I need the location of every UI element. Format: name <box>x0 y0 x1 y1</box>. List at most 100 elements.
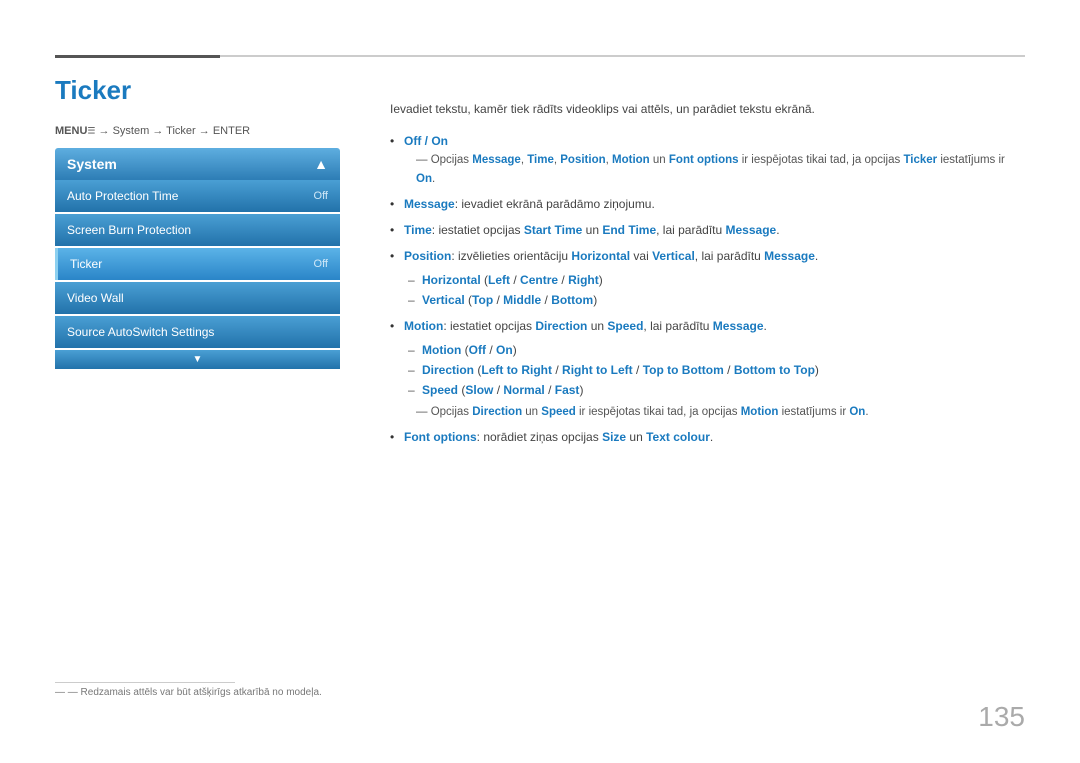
speed-fast: Fast <box>555 383 580 397</box>
position-text: : izvēlieties orientāciju <box>451 249 571 263</box>
position-message-ref: Message <box>764 249 815 263</box>
position-text3: , lai parādītu <box>695 249 764 263</box>
motion-on: On <box>496 343 513 357</box>
bottom-divider <box>55 682 235 683</box>
direction-ttb: Top to Bottom <box>643 363 724 377</box>
speed-sep2: / <box>545 383 555 397</box>
menu-icon-symbol: ☰ <box>87 126 95 136</box>
motion-sub-list: Motion (Off / On) Direction (Left to Rig… <box>404 340 1025 401</box>
menu-item-video-wall-label: Video Wall <box>67 291 124 305</box>
menu-item-source-autoswitch-label: Source AutoSwitch Settings <box>67 325 214 339</box>
panel-arrow-up-icon: ▲ <box>314 156 328 172</box>
motion-period: . <box>764 319 767 333</box>
motion-sub-speed: Speed (Slow / Normal / Fast) <box>404 380 1025 400</box>
time-end-ref: End Time <box>602 223 656 237</box>
motion-subnote-on-ref: On <box>849 406 865 418</box>
bullet-position: Position: izvēlieties orientāciju Horizo… <box>390 247 1025 310</box>
horizontal-text: ( <box>481 273 488 287</box>
menu-path: MENU☰ → System → Ticker → ENTER <box>55 125 250 137</box>
motion-speed-ref: Speed <box>607 319 643 333</box>
off-on-motion-ref: Motion <box>612 154 650 166</box>
position-sub-horizontal: Horizontal (Left / Centre / Right) <box>404 270 1025 290</box>
font-size-ref: Size <box>602 430 626 444</box>
horizontal-sep2: / <box>558 273 568 287</box>
position-text2: vai <box>630 249 652 263</box>
vertical-bottom: Bottom <box>551 293 593 307</box>
menu-item-auto-protection-label: Auto Protection Time <box>67 189 178 203</box>
font-options-text: : norādiet ziņas opcijas <box>477 430 602 444</box>
direction-btt: Bottom to Top <box>734 363 815 377</box>
horizontal-right: Right <box>568 273 599 287</box>
time-start-ref: Start Time <box>524 223 582 237</box>
font-options-period: . <box>710 430 713 444</box>
horizontal-left: Left <box>488 273 510 287</box>
page-number: 135 <box>978 701 1025 733</box>
horizontal-label: Horizontal <box>422 273 481 287</box>
horizontal-close: ) <box>599 273 603 287</box>
motion-subnote: — Opcijas Direction un Speed ir iespējot… <box>404 403 869 421</box>
time-text2: un <box>582 223 602 237</box>
vertical-top: Top <box>472 293 493 307</box>
menu-item-auto-protection-value: Off <box>314 190 328 202</box>
bullet-motion: Motion: iestatiet opcijas Direction un S… <box>390 317 1025 421</box>
panel-arrow-down[interactable]: ▼ <box>55 350 340 369</box>
font-options-text2: un <box>626 430 646 444</box>
motion-text3: , lai parādītu <box>643 319 712 333</box>
motion-sub-text: ( <box>461 343 468 357</box>
off-on-on-ref: On <box>416 173 432 185</box>
vertical-text: ( <box>465 293 472 307</box>
motion-message-ref: Message <box>713 319 764 333</box>
direction-label: Direction <box>422 363 474 377</box>
bullet-message: Message: ievadiet ekrānā parādāmo ziņoju… <box>390 195 1025 214</box>
time-text3: , lai parādītu <box>656 223 725 237</box>
menu-item-auto-protection[interactable]: Auto Protection Time Off <box>55 180 340 212</box>
direction-sep1: / <box>552 363 562 377</box>
font-colour-ref: Text colour <box>646 430 710 444</box>
position-horizontal-ref: Horizontal <box>571 249 630 263</box>
bottom-note-text: — Redzamais attēls var būt atšķirīgs atk… <box>68 687 322 698</box>
page-title: Ticker <box>55 75 131 106</box>
position-period: . <box>815 249 818 263</box>
direction-ltr: Left to Right <box>481 363 552 377</box>
system-panel-title: System <box>67 156 117 172</box>
motion-sub-direction: Direction (Left to Right / Right to Left… <box>404 360 1025 380</box>
direction-sep2: / <box>633 363 643 377</box>
system-panel: System ▲ Auto Protection Time Off Screen… <box>55 148 340 369</box>
position-sub-list: Horizontal (Left / Centre / Right) Verti… <box>404 270 1025 311</box>
vertical-label: Vertical <box>422 293 465 307</box>
menu-item-screen-burn[interactable]: Screen Burn Protection <box>55 214 340 246</box>
off-on-subnote: — Opcijas Message, Time, Position, Motio… <box>404 151 1025 188</box>
position-sub-vertical: Vertical (Top / Middle / Bottom) <box>404 290 1025 310</box>
bullet-list: Off / On — Opcijas Message, Time, Positi… <box>390 132 1025 447</box>
motion-subnote-speed-ref: Speed <box>541 406 576 418</box>
intro-text: Ievadiet tekstu, kamēr tiek rādīts video… <box>390 100 1025 118</box>
time-text: : iestatiet opcijas <box>432 223 524 237</box>
speed-slow: Slow <box>465 383 493 397</box>
menu-item-ticker[interactable]: Ticker Off <box>55 248 340 280</box>
time-period: . <box>776 223 779 237</box>
page: Ticker MENU☰ → System → Ticker → ENTER S… <box>0 0 1080 763</box>
top-border-accent <box>55 55 220 58</box>
bullet-off-on: Off / On — Opcijas Message, Time, Positi… <box>390 132 1025 188</box>
motion-subnote-direction-ref: Direction <box>472 406 522 418</box>
menu-icon: MENU <box>55 125 87 137</box>
off-on-ticker-ref: Ticker <box>903 154 937 166</box>
off-on-time-ref: Time <box>527 154 554 166</box>
time-message-ref: Message <box>726 223 777 237</box>
speed-sep1: / <box>493 383 503 397</box>
menu-item-screen-burn-label: Screen Burn Protection <box>67 223 191 237</box>
menu-item-ticker-value: Off <box>314 258 328 270</box>
menu-item-ticker-label: Ticker <box>70 257 102 271</box>
message-label: Message <box>404 197 455 211</box>
direction-sep3: / <box>724 363 734 377</box>
motion-sep1: / <box>486 343 496 357</box>
menu-item-source-autoswitch[interactable]: Source AutoSwitch Settings <box>55 316 340 348</box>
horizontal-sep1: / <box>510 273 520 287</box>
horizontal-centre: Centre <box>520 273 558 287</box>
direction-close: ) <box>815 363 819 377</box>
menu-item-video-wall[interactable]: Video Wall <box>55 282 340 314</box>
motion-sub-label: Motion <box>422 343 461 357</box>
content-area: Ievadiet tekstu, kamēr tiek rādīts video… <box>390 100 1025 454</box>
motion-label: Motion <box>404 319 443 333</box>
motion-text2: un <box>587 319 607 333</box>
